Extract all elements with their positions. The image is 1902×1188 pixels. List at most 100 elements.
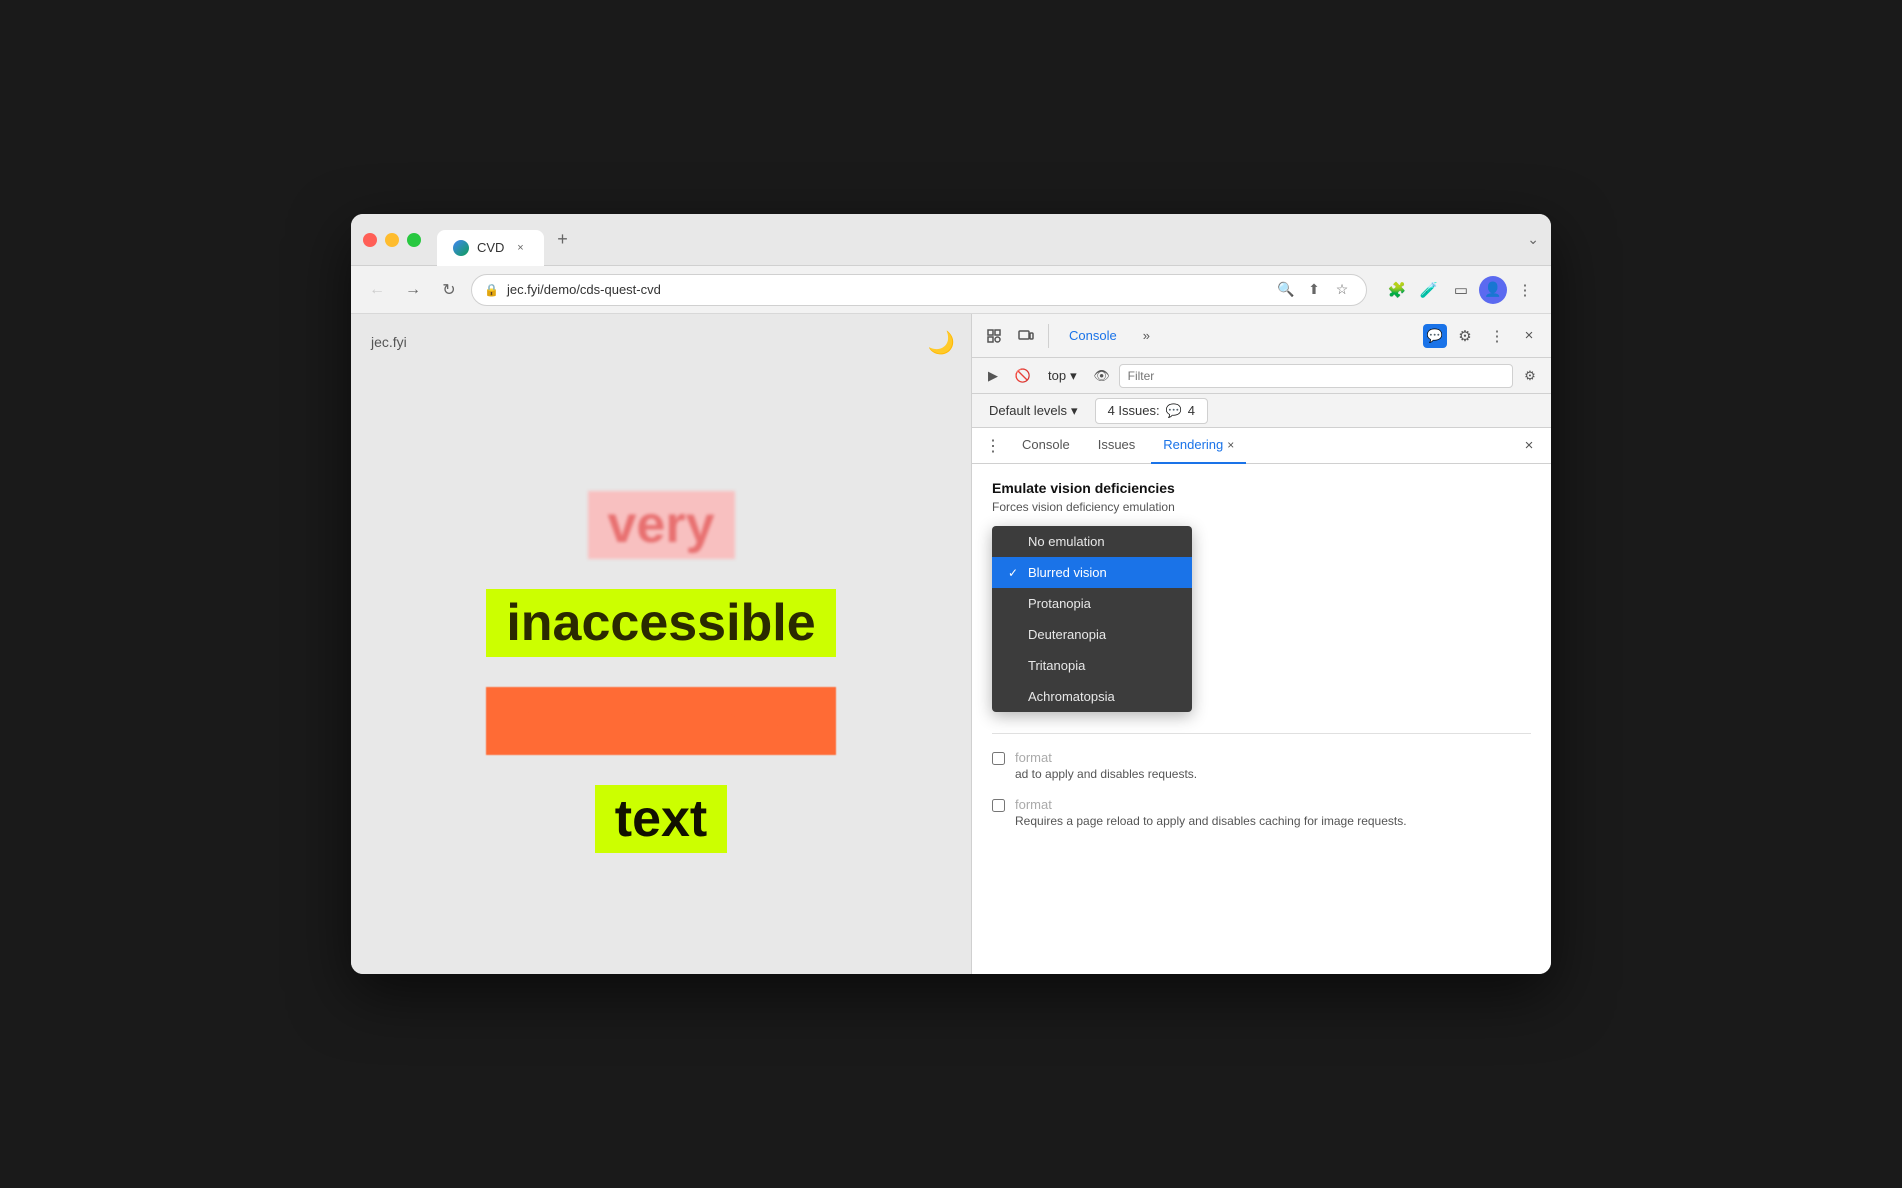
maximize-window-button[interactable] bbox=[407, 233, 421, 247]
rendering-tab-end: × bbox=[1515, 432, 1543, 460]
filter-input[interactable] bbox=[1119, 364, 1513, 388]
tab-issues[interactable]: Issues bbox=[1086, 428, 1148, 464]
checkbox-1[interactable] bbox=[992, 752, 1005, 765]
menu-button[interactable]: ⋮ bbox=[1511, 276, 1539, 304]
new-tab-button[interactable]: + bbox=[548, 226, 576, 254]
no-emulation-label: No emulation bbox=[1028, 534, 1105, 549]
word-text: text bbox=[595, 785, 727, 853]
vision-option-no-emulation[interactable]: No emulation bbox=[992, 526, 1192, 557]
play-button[interactable]: ▶ bbox=[980, 363, 1006, 389]
devtools-settings-button[interactable]: ⚙ bbox=[1451, 322, 1479, 350]
url-actions: 🔍 ⬆ ☆ bbox=[1274, 278, 1354, 302]
section-divider bbox=[992, 733, 1531, 734]
traffic-lights bbox=[363, 233, 421, 247]
console-tab-top[interactable]: Console bbox=[1057, 322, 1129, 349]
page-logo: jec.fyi bbox=[371, 334, 951, 350]
page-words: very inaccessible low-contrast text bbox=[371, 390, 951, 954]
checkbox-2-title: format bbox=[1015, 797, 1407, 812]
vision-option-deuteranopia[interactable]: Deuteranopia bbox=[992, 619, 1192, 650]
sidebar-icon[interactable]: ▭ bbox=[1447, 276, 1475, 304]
labs-icon[interactable]: 🧪 bbox=[1415, 276, 1443, 304]
checkbox-2[interactable] bbox=[992, 799, 1005, 812]
bookmark-icon[interactable]: ☆ bbox=[1330, 278, 1354, 302]
vision-dropdown: No emulation ✓ Blurred vision Protanopia bbox=[992, 526, 1192, 712]
checkbox-2-desc: Requires a page reload to apply and disa… bbox=[1015, 814, 1407, 828]
share-icon[interactable]: ⬆ bbox=[1302, 278, 1326, 302]
ban-button[interactable]: 🚫 bbox=[1010, 363, 1036, 389]
minimize-window-button[interactable] bbox=[385, 233, 399, 247]
url-text: jec.fyi/demo/cds-quest-cvd bbox=[507, 282, 1266, 297]
rendering-menu-button[interactable]: ⋮ bbox=[980, 433, 1006, 459]
browser-window: CVD × + ⌄ ← → ↻ 🔒 jec.fyi/demo/cds-quest… bbox=[351, 214, 1551, 974]
no-emulation-check bbox=[1008, 535, 1020, 549]
tab-cvd[interactable]: CVD × bbox=[437, 230, 544, 266]
checkbox-row-2: format Requires a page reload to apply a… bbox=[992, 797, 1531, 828]
forward-button[interactable]: → bbox=[399, 276, 427, 304]
vision-dropdown-menu: No emulation ✓ Blurred vision Protanopia bbox=[992, 526, 1192, 712]
rendering-close-button[interactable]: × bbox=[1515, 432, 1543, 460]
filter-settings-icon[interactable]: ⚙ bbox=[1517, 363, 1543, 389]
emulate-subtitle: Forces vision deficiency emulation bbox=[992, 500, 1531, 514]
lock-icon: 🔒 bbox=[484, 283, 499, 297]
checkbox-1-title: format bbox=[1015, 750, 1197, 765]
devtools-top-bar: Console » 💬 ⚙ ⋮ × bbox=[972, 314, 1551, 358]
achromatopsia-check bbox=[1008, 690, 1020, 704]
tritanopia-label: Tritanopia bbox=[1028, 658, 1085, 673]
vision-option-protanopia[interactable]: Protanopia bbox=[992, 588, 1192, 619]
devtools-top-right: 💬 ⚙ ⋮ × bbox=[1423, 322, 1543, 350]
issues-count: 4 bbox=[1188, 403, 1195, 418]
rendering-content: Emulate vision deficiencies Forces visio… bbox=[972, 464, 1551, 974]
devtools-close-button[interactable]: × bbox=[1515, 322, 1543, 350]
tabs-menu-button[interactable]: ⌄ bbox=[1527, 231, 1539, 248]
checkbox-1-desc: ad to apply and disables requests. bbox=[1015, 767, 1197, 781]
extensions-icon[interactable]: 🧩 bbox=[1383, 276, 1411, 304]
vision-option-tritanopia[interactable]: Tritanopia bbox=[992, 650, 1192, 681]
default-levels-label: Default levels bbox=[989, 403, 1067, 418]
devtools-panel: Console » 💬 ⚙ ⋮ × ▶ 🚫 top ▾ 👁 bbox=[971, 314, 1551, 974]
moon-icon[interactable]: 🌙 bbox=[928, 330, 955, 356]
tab-rendering[interactable]: Rendering × bbox=[1151, 428, 1246, 464]
main-area: jec.fyi 🌙 very inaccessible low-contrast… bbox=[351, 314, 1551, 974]
eye-button[interactable]: 👁 bbox=[1089, 363, 1115, 389]
vision-option-blurred-vision[interactable]: ✓ Blurred vision bbox=[992, 557, 1192, 588]
device-toggle-button[interactable] bbox=[1012, 322, 1040, 350]
devtools-more-button[interactable]: ⋮ bbox=[1483, 322, 1511, 350]
address-bar: ← → ↻ 🔒 jec.fyi/demo/cds-quest-cvd 🔍 ⬆ ☆… bbox=[351, 266, 1551, 314]
search-icon[interactable]: 🔍 bbox=[1274, 278, 1298, 302]
refresh-button[interactable]: ↻ bbox=[435, 276, 463, 304]
rendering-tabs: ⋮ Console Issues Rendering × × bbox=[972, 428, 1551, 464]
tab-favicon-icon bbox=[453, 240, 469, 256]
blurred-vision-check: ✓ bbox=[1008, 566, 1020, 580]
messages-icon[interactable]: 💬 bbox=[1423, 324, 1447, 348]
profile-button[interactable]: 👤 bbox=[1479, 276, 1507, 304]
back-button[interactable]: ← bbox=[363, 276, 391, 304]
separator bbox=[1048, 324, 1049, 348]
emulate-title: Emulate vision deficiencies bbox=[992, 480, 1531, 496]
inspector-button[interactable] bbox=[980, 322, 1008, 350]
console-toolbar: ▶ 🚫 top ▾ 👁 ⚙ bbox=[972, 358, 1551, 394]
achromatopsia-label: Achromatopsia bbox=[1028, 689, 1115, 704]
devtools-top-tabs: Console » bbox=[1057, 322, 1419, 349]
tab-rendering-close[interactable]: × bbox=[1227, 438, 1234, 452]
deuteranopia-label: Deuteranopia bbox=[1028, 627, 1106, 642]
top-label: top bbox=[1048, 368, 1066, 383]
default-levels-button[interactable]: Default levels ▾ bbox=[980, 398, 1087, 424]
word-low-contrast: low-contrast bbox=[486, 687, 835, 755]
tab-title: CVD bbox=[477, 240, 504, 255]
top-dropdown-arrow: ▾ bbox=[1070, 368, 1077, 384]
tritanopia-check bbox=[1008, 659, 1020, 673]
close-window-button[interactable] bbox=[363, 233, 377, 247]
word-inaccessible: inaccessible bbox=[486, 589, 835, 657]
blurred-vision-label: Blurred vision bbox=[1028, 565, 1107, 580]
default-levels-arrow: ▾ bbox=[1071, 403, 1078, 419]
tab-close-button[interactable]: × bbox=[512, 240, 528, 256]
more-tabs-button[interactable]: » bbox=[1131, 322, 1162, 349]
word-very: very bbox=[588, 491, 735, 559]
top-dropdown[interactable]: top ▾ bbox=[1040, 364, 1085, 388]
issues-badge[interactable]: 4 Issues: 💬 4 bbox=[1095, 398, 1208, 424]
protanopia-check bbox=[1008, 597, 1020, 611]
url-bar[interactable]: 🔒 jec.fyi/demo/cds-quest-cvd 🔍 ⬆ ☆ bbox=[471, 274, 1367, 306]
vision-option-achromatopsia[interactable]: Achromatopsia bbox=[992, 681, 1192, 712]
tab-console[interactable]: Console bbox=[1010, 428, 1082, 464]
checkbox-row-1: format ad to apply and disables requests… bbox=[992, 750, 1531, 781]
